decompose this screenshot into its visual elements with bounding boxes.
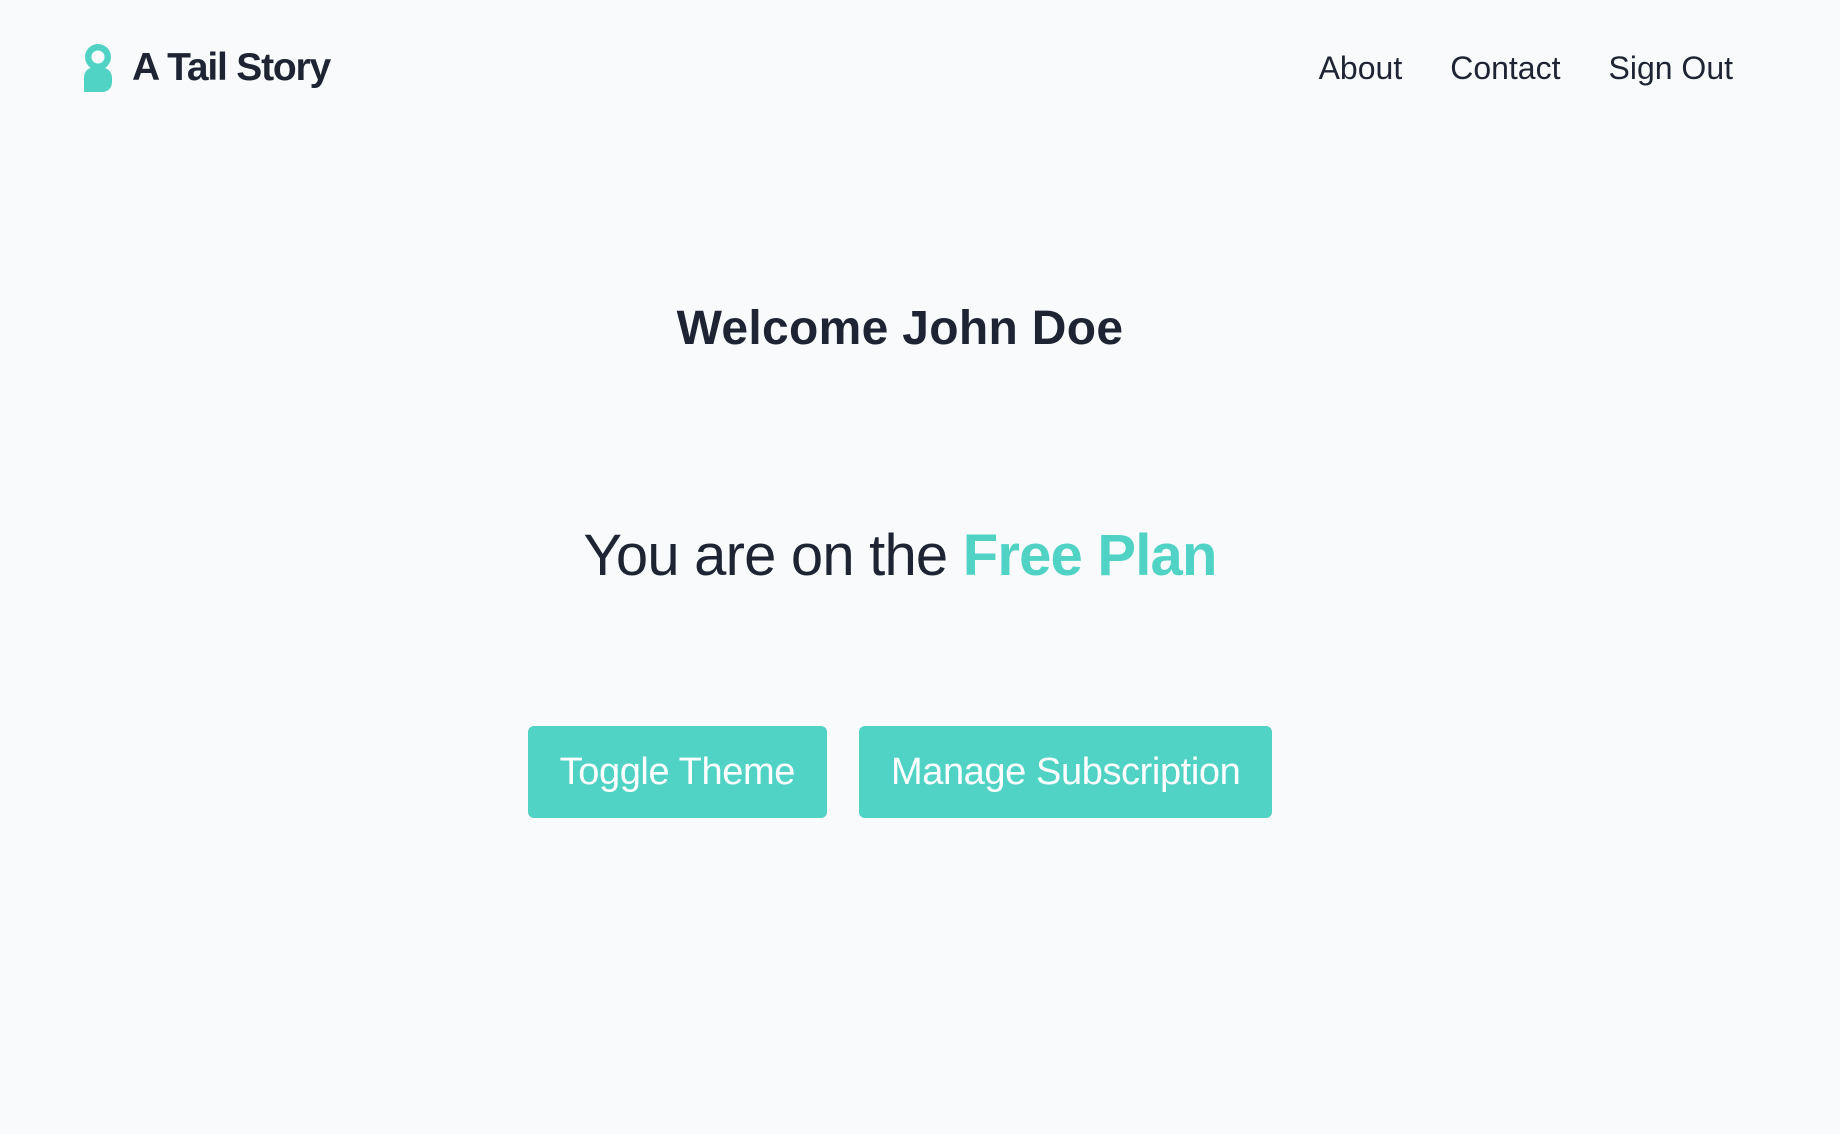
action-buttons: Toggle Theme Manage Subscription [0,726,1800,818]
nav-link-about[interactable]: About [1319,50,1403,87]
nav-link-sign-out[interactable]: Sign Out [1608,50,1733,87]
manage-subscription-button[interactable]: Manage Subscription [858,726,1273,818]
tail-logo-icon [84,44,112,92]
site-header: A Tail Story About Contact Sign Out [0,0,1840,140]
main-nav: About Contact Sign Out [1319,42,1733,94]
toggle-theme-button[interactable]: Toggle Theme [527,726,827,818]
brand-home-link[interactable]: A Tail Story [84,42,331,94]
plan-prefix: You are on the [583,523,948,588]
plan-status: You are on the Free Plan [0,518,1800,594]
brand-name: A Tail Story [132,46,331,89]
welcome-heading: Welcome John Doe [676,302,1124,355]
plan-name: Free Plan [962,523,1218,588]
nav-link-contact[interactable]: Contact [1450,50,1560,87]
